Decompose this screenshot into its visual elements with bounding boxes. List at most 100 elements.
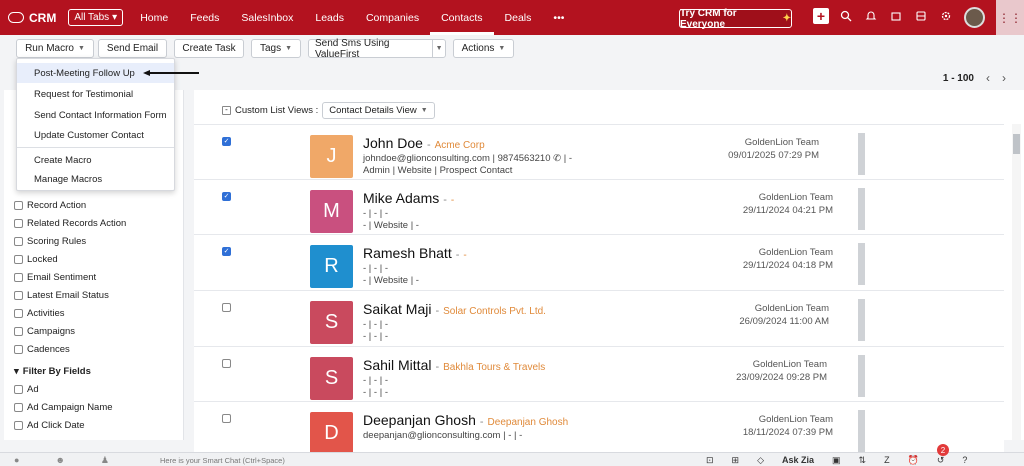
smart-chat-input[interactable]: Here is your Smart Chat (Ctrl+Space)	[160, 456, 285, 465]
feedback-icon[interactable]: ⊡	[706, 455, 714, 466]
next-page-icon[interactable]: ›	[1002, 71, 1006, 85]
run-macro-button[interactable]: Run Macro ▼	[16, 39, 94, 58]
recent-icon[interactable]: ⊞	[732, 455, 740, 466]
manage-macros-item[interactable]: Manage Macros	[17, 169, 174, 189]
collapse-icon[interactable]: -	[222, 106, 231, 115]
alarm-icon[interactable]: ⏰	[908, 455, 919, 466]
company-name[interactable]: -	[463, 250, 466, 261]
table-row[interactable]: ✓ J John Doe - Acme Corp johndoe@glionconsult…	[194, 124, 1004, 180]
crm-logo[interactable]: CRM	[8, 11, 56, 25]
help-icon[interactable]: ?	[962, 455, 967, 466]
filter-item[interactable]: Related Records Action	[14, 218, 126, 229]
table-row[interactable]: D Deepanjan Ghosh - Deepanjan Ghosh deepanja…	[194, 401, 1004, 457]
checkbox[interactable]	[14, 421, 23, 430]
filter-item[interactable]: Record Action	[14, 200, 86, 211]
scrollbar[interactable]	[1012, 124, 1021, 440]
marketplace-icon[interactable]	[913, 8, 929, 24]
macro-item-send-contact-info[interactable]: Send Contact Information Form	[17, 105, 174, 125]
search-icon[interactable]	[838, 8, 854, 24]
filter-item[interactable]: Activities	[14, 308, 64, 319]
checkbox[interactable]	[14, 255, 23, 264]
table-row[interactable]: S Sahil Mittal - Bakhla Tours & Travels - | …	[194, 346, 1004, 402]
row-checkbox[interactable]	[222, 359, 231, 368]
filter-item[interactable]: Campaigns	[14, 326, 75, 337]
create-task-button[interactable]: Create Task	[174, 39, 244, 58]
send-sms-button[interactable]: Send Sms Using ValueFirst ▼	[308, 38, 446, 60]
tags-button[interactable]: Tags ▼	[251, 39, 301, 58]
filter-item[interactable]: Scoring Rules	[14, 236, 86, 247]
try-crm-button[interactable]: Try CRM for Everyone ✦	[679, 8, 792, 30]
row-scrollbar[interactable]	[858, 410, 865, 452]
macro-item-update-customer[interactable]: Update Customer Contact	[17, 125, 174, 145]
row-scrollbar[interactable]	[858, 355, 865, 397]
all-tabs-button[interactable]: All Tabs ▾	[68, 9, 124, 26]
filter-item[interactable]: Cadences	[14, 344, 70, 355]
row-checkbox[interactable]: ✓	[222, 247, 231, 256]
company-name[interactable]: -	[451, 195, 454, 206]
table-row[interactable]: ✓ M Mike Adams - - - | - | -- | Website | - Go…	[194, 179, 1004, 235]
tab-leads[interactable]: Leads	[304, 0, 355, 35]
filter-item[interactable]: Locked	[14, 254, 58, 265]
company-name[interactable]: Bakhla Tours & Travels	[443, 362, 545, 373]
row-scrollbar[interactable]	[858, 133, 865, 175]
actions-button[interactable]: Actions ▼	[453, 39, 514, 58]
company-name[interactable]: Solar Controls Pvt. Ltd.	[443, 306, 546, 317]
contact-name[interactable]: Deepanjan Ghosh	[363, 412, 476, 428]
contact-name[interactable]: Mike Adams	[363, 190, 439, 206]
announce-icon[interactable]: ◇	[757, 455, 764, 466]
tab-deals[interactable]: Deals	[494, 0, 543, 35]
filter-item[interactable]: Ad Campaign Name	[14, 402, 113, 413]
view-select[interactable]: Contact Details View ▼	[322, 102, 435, 119]
checkbox[interactable]	[14, 237, 23, 246]
contact-name[interactable]: Sahil Mittal	[363, 357, 431, 373]
tab-salesinbox[interactable]: SalesInbox	[230, 0, 304, 35]
contacts-icon[interactable]: ♟	[101, 455, 109, 466]
table-row[interactable]: S Saikat Maji - Solar Controls Pvt. Ltd. - |…	[194, 290, 1004, 346]
table-row[interactable]: ✓ R Ramesh Bhatt - - - | - | -- | Website | -…	[194, 234, 1004, 290]
checkbox[interactable]	[14, 309, 23, 318]
prev-page-icon[interactable]: ‹	[986, 71, 990, 85]
chats-icon[interactable]: ●	[14, 455, 19, 466]
zia-icon[interactable]: Z	[884, 455, 890, 466]
sync-icon[interactable]: ⇅	[859, 455, 867, 466]
filter-item[interactable]: Email Sentiment	[14, 272, 96, 283]
company-name[interactable]: Acme Corp	[435, 140, 485, 151]
checkbox[interactable]	[14, 273, 23, 282]
row-checkbox[interactable]: ✓	[222, 137, 231, 146]
channels-icon[interactable]: ☻	[55, 455, 64, 466]
apps-grid-icon[interactable]: ⋮⋮	[996, 0, 1024, 35]
filter-item[interactable]: Latest Email Status	[14, 290, 109, 301]
row-scrollbar[interactable]	[858, 243, 865, 285]
send-sms-dropdown[interactable]: ▼	[432, 40, 445, 57]
checkbox[interactable]	[14, 385, 23, 394]
ask-zia-button[interactable]: Ask Zia	[782, 455, 814, 466]
gear-icon[interactable]	[938, 8, 954, 24]
scrollbar-thumb[interactable]	[1013, 134, 1020, 154]
checkbox[interactable]	[14, 327, 23, 336]
create-macro-item[interactable]: Create Macro	[17, 150, 174, 170]
filter-by-fields-header[interactable]: ▾ Filter By Fields	[14, 366, 91, 377]
filter-item[interactable]: Ad	[14, 384, 39, 395]
contact-name[interactable]: Ramesh Bhatt	[363, 245, 452, 261]
contact-name[interactable]: John Doe	[363, 135, 423, 151]
tab-companies[interactable]: Companies	[355, 0, 430, 35]
filter-item[interactable]: Ad Click Date	[14, 420, 85, 431]
row-checkbox[interactable]	[222, 414, 231, 423]
row-checkbox[interactable]	[222, 303, 231, 312]
macro-item-request-testimonial[interactable]: Request for Testimonial	[17, 84, 174, 104]
tab-contacts[interactable]: Contacts	[430, 0, 494, 35]
row-checkbox[interactable]: ✓	[222, 192, 231, 201]
calendar-icon[interactable]	[888, 8, 904, 24]
create-plus-icon[interactable]: +	[813, 8, 829, 24]
row-scrollbar[interactable]	[858, 188, 865, 230]
tab-feeds[interactable]: Feeds	[179, 0, 230, 35]
tab-more[interactable]: •••	[542, 0, 575, 35]
checkbox[interactable]	[14, 201, 23, 210]
row-scrollbar[interactable]	[858, 299, 865, 341]
tab-home[interactable]: Home	[129, 0, 179, 35]
calendar-icon[interactable]: ▣	[832, 455, 841, 466]
company-name[interactable]: Deepanjan Ghosh	[488, 417, 569, 428]
checkbox[interactable]	[14, 291, 23, 300]
contact-name[interactable]: Saikat Maji	[363, 301, 431, 317]
checkbox[interactable]	[14, 345, 23, 354]
